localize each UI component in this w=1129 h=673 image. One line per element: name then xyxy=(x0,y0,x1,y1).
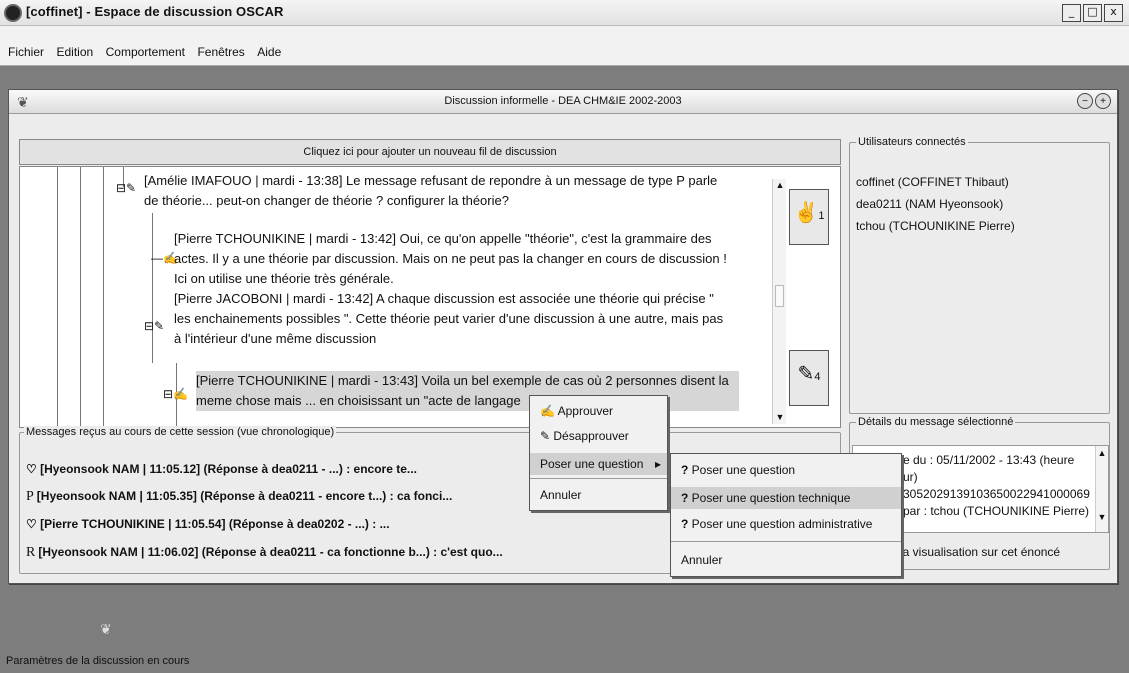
approve-icon: ✍ xyxy=(540,404,558,418)
type-badge: R xyxy=(26,545,36,560)
thumb-icon: ♡ xyxy=(26,462,41,476)
maximize-button[interactable]: □ xyxy=(1083,4,1102,22)
question-icon: ? xyxy=(681,491,692,505)
received-message[interactable]: P [Hyeonsook NAM | 11:05.35] (Réponse à d… xyxy=(26,489,452,505)
question-submenu: ? Poser une question ? Poser une questio… xyxy=(670,453,902,577)
user-item[interactable]: dea0211 (NAM Hyeonsook) xyxy=(856,197,1003,211)
discussion-titlebar: ❦ Discussion informelle - DEA CHM&IE 200… xyxy=(9,90,1117,114)
discussion-params-label[interactable]: Paramètres de la discussion en cours xyxy=(6,655,189,667)
connected-users-panel: Utilisateurs connectés coffinet (COFFINE… xyxy=(849,136,1110,414)
thread-tree: ⊟✎ [Amélie IMAFOUO | mardi - 13:38] Le m… xyxy=(19,166,841,428)
approve-icon: ⊟✍ xyxy=(163,387,188,401)
connected-users-legend: Utilisateurs connectés xyxy=(856,136,968,148)
app-icon xyxy=(4,4,22,22)
disapprove-count-button[interactable]: ✎4 xyxy=(789,350,829,406)
expand-button[interactable]: + xyxy=(1095,93,1111,109)
received-message[interactable]: R [Hyeonsook NAM | 11:06.02] (Réponse à d… xyxy=(26,545,503,561)
thread-message[interactable]: [Pierre JACOBONI | mardi - 13:42] A chaq… xyxy=(174,289,723,349)
collapse-button[interactable]: − xyxy=(1077,93,1093,109)
type-badge: P xyxy=(26,489,34,504)
disapprove-icon: ⊟✎ xyxy=(144,319,165,333)
thread-message[interactable]: [Pierre TCHOUNIKINE | mardi - 13:42] Oui… xyxy=(174,229,727,289)
thumb-icon: ♡ xyxy=(26,517,41,531)
window-titlebar: [coffinet] - Espace de discussion OSCAR … xyxy=(0,0,1129,26)
message-details-legend: Détails du message sélectionné xyxy=(856,416,1016,428)
scroll-up-arrow[interactable]: ▲ xyxy=(1096,448,1108,458)
discussion-title: Discussion informelle - DEA CHM&IE 2002-… xyxy=(444,95,682,107)
scroll-thumb[interactable] xyxy=(775,285,784,307)
disapprove-icon: ⊟✎ xyxy=(116,181,137,195)
user-item[interactable]: tchou (TCHOUNIKINE Pierre) xyxy=(856,219,1015,233)
discussion-params-icon[interactable]: ❦ xyxy=(100,621,112,638)
received-messages-legend: Messages reçus au cours de cette session… xyxy=(24,426,337,438)
approve-count-button[interactable]: ✌1 xyxy=(789,189,829,245)
submenu-item-question[interactable]: ? Poser une question xyxy=(671,459,901,481)
thumb-down-icon: ✎4 xyxy=(797,363,821,385)
menu-item-annuler[interactable]: Annuler xyxy=(530,484,667,506)
menubar: Fichier Edition Comportement Fenêtres Ai… xyxy=(0,26,1129,66)
question-icon: ? xyxy=(681,517,692,531)
add-thread-button[interactable]: Cliquez ici pour ajouter un nouveau fil … xyxy=(19,139,841,165)
submenu-item-question-technique[interactable]: ? Poser une question technique xyxy=(671,487,901,509)
window-controls: _ □ x xyxy=(1062,4,1123,22)
submenu-item-question-administrative[interactable]: ? Poser une question administrative xyxy=(671,513,901,535)
submenu-item-annuler[interactable]: Annuler xyxy=(671,549,901,571)
menu-fenetres[interactable]: Fenêtres xyxy=(195,46,246,58)
submenu-arrow-icon: ▸ xyxy=(654,457,661,471)
menu-comportement[interactable]: Comportement xyxy=(104,46,187,58)
scroll-down-arrow[interactable]: ▼ xyxy=(1096,512,1108,522)
menu-aide[interactable]: Aide xyxy=(255,46,283,58)
question-icon: ? xyxy=(681,463,692,477)
received-message[interactable]: ♡ [Pierre TCHOUNIKINE | 11:05.54] (Répon… xyxy=(26,517,390,531)
disapprove-icon: ✎ xyxy=(540,429,554,443)
minimize-button[interactable]: _ xyxy=(1062,4,1081,22)
received-message[interactable]: ♡ [Hyeonsook NAM | 11:05.12] (Réponse à … xyxy=(26,462,417,476)
thread-scrollbar[interactable]: ▲ ▼ xyxy=(772,179,786,424)
scroll-up-arrow[interactable]: ▲ xyxy=(773,179,787,191)
menu-item-poser-question[interactable]: Poser une question ▸ xyxy=(530,453,667,475)
visualisation-label: la visualisation sur cet énoncé xyxy=(900,545,1061,559)
menu-edition[interactable]: Edition xyxy=(54,46,95,58)
window-title: [coffinet] - Espace de discussion OSCAR xyxy=(26,4,284,19)
scroll-down-arrow[interactable]: ▼ xyxy=(773,411,787,423)
details-scrollbar[interactable]: ▲ ▼ xyxy=(1095,446,1108,532)
user-item[interactable]: coffinet (COFFINET Thibaut) xyxy=(856,175,1009,189)
thread-message[interactable]: [Amélie IMAFOUO | mardi - 13:38] Le mess… xyxy=(144,171,717,211)
menu-item-approuver[interactable]: ✍ Approuver xyxy=(530,400,667,422)
thumb-up-icon: ✌1 xyxy=(793,202,825,224)
menu-fichier[interactable]: Fichier xyxy=(6,46,46,58)
close-button[interactable]: x xyxy=(1104,4,1123,22)
context-menu: ✍ Approuver ✎ Désapprouver Poser une que… xyxy=(529,395,668,511)
menu-item-desapprouver[interactable]: ✎ Désapprouver xyxy=(530,425,667,447)
